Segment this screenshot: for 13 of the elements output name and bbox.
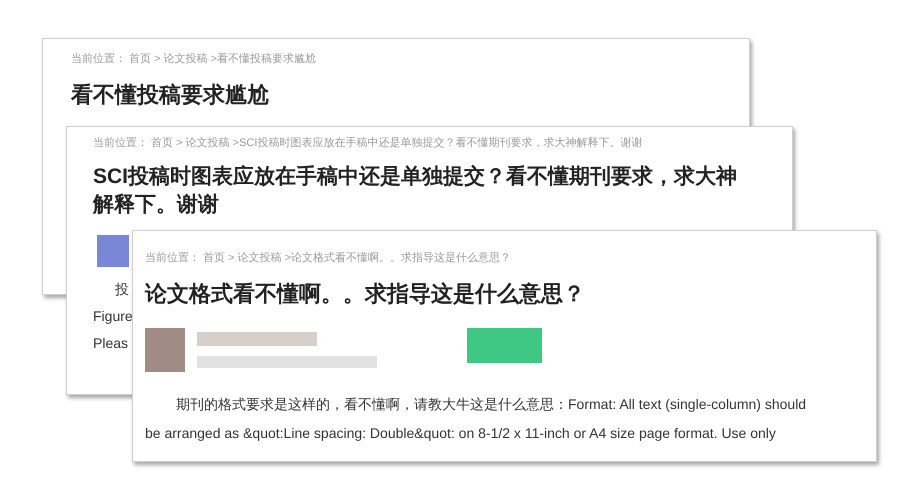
body-text: 投 — [114, 280, 129, 299]
post-title: 看不懂投稿要求尴尬 — [71, 81, 270, 109]
post-title: SCI投稿时图表应放在手稿中还是单独提交？看不懂期刊要求，求大神解释下。谢谢 — [93, 164, 738, 218]
body-text: Pleas — [93, 334, 128, 353]
blurred-avatar — [145, 328, 185, 372]
breadcrumb: 当前位置： 首页 > 论文投稿 >看不懂投稿要求尴尬 — [71, 52, 318, 67]
body-text: Figure — [93, 307, 133, 326]
body-text: 期刊的格式要求是这样的，看不懂啊，请教大牛这是什么意思：Format: All text (single-column) should — [175, 395, 806, 414]
post-title: 论文格式看不懂啊。。求指导这是什么意思？ — [145, 280, 586, 308]
body-text: be arranged as &quot:Line spacing: Double&quot: on 8-1/2 x 11-inch or A4 size page format. Use only — [145, 424, 776, 443]
breadcrumb: 当前位置： 首页 > 论文投稿 >SCI投稿时图表应放在手稿中还是单独提交？看不懂期刊要求，求大神解释下。谢谢 — [93, 136, 644, 151]
breadcrumb: 当前位置： 首页 > 论文投稿 >论文格式看不懂啊。。求指导这是什么意思？ — [145, 250, 512, 266]
blurred-avatar — [97, 235, 129, 267]
